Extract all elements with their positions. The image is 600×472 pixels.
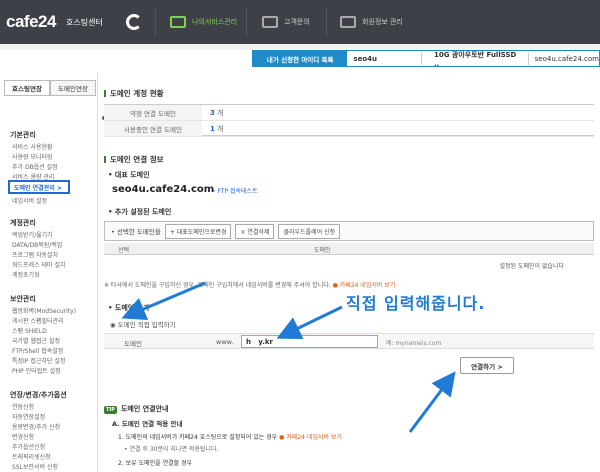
arrow-to-connect <box>408 371 456 433</box>
arrow-to-radio <box>121 281 206 321</box>
annotation-arrows <box>121 281 456 433</box>
arrow-to-input <box>276 305 343 339</box>
